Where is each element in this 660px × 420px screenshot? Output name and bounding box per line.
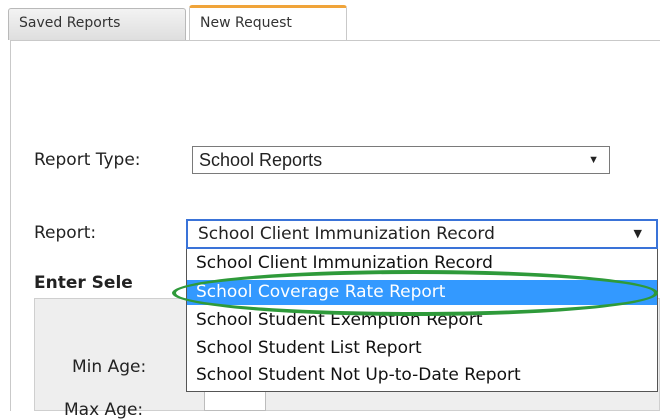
report-label: Report:: [34, 223, 97, 243]
tab-saved-reports[interactable]: Saved Reports: [8, 8, 186, 40]
tab-saved-reports-label: Saved Reports: [19, 15, 121, 31]
report-option[interactable]: School Student Exemption Report: [187, 308, 657, 333]
report-select[interactable]: School Client Immunization Record ▼: [186, 219, 658, 249]
report-type-select[interactable]: School Reports ▼: [192, 146, 610, 174]
tab-new-request-label: New Request: [200, 15, 292, 31]
caret-down-icon: ▼: [633, 227, 642, 240]
report-option[interactable]: School Student Not Up-to-Date Report: [187, 363, 657, 388]
min-age-label: Min Age:: [72, 357, 147, 377]
tab-bar: Saved Reports New Request: [0, 0, 660, 41]
report-option[interactable]: School Client Immunization Record: [187, 251, 657, 276]
report-option-selected[interactable]: School Coverage Rate Report: [187, 280, 657, 305]
max-age-label: Max Age:: [64, 400, 144, 420]
report-dropdown-list: School Client Immunization Record School…: [186, 249, 658, 392]
section-heading: Enter Sele: [34, 273, 133, 293]
caret-down-icon: ▼: [588, 154, 599, 166]
tab-new-request[interactable]: New Request: [189, 5, 347, 41]
report-type-label: Report Type:: [34, 150, 141, 170]
report-type-value: School Reports: [199, 150, 323, 170]
report-option[interactable]: School Student List Report: [187, 336, 657, 361]
report-value: School Client Immunization Record: [198, 224, 495, 244]
